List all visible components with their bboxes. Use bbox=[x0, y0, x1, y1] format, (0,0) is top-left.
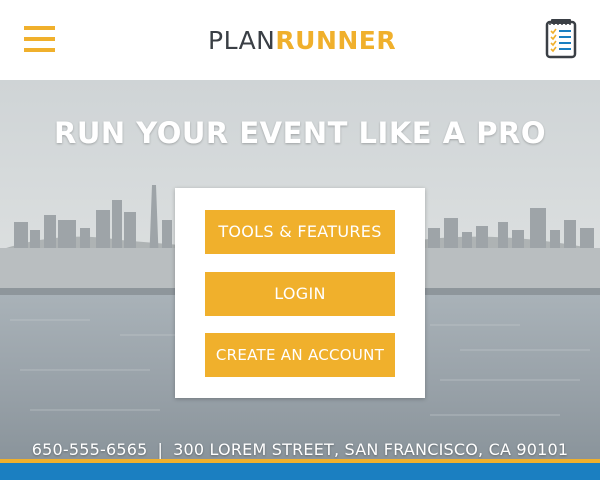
checklist-icon[interactable] bbox=[545, 19, 577, 59]
tools-features-button[interactable]: TOOLS & FEATURES bbox=[205, 210, 395, 254]
action-card: TOOLS & FEATURES LOGIN CREATE AN ACCOUNT bbox=[175, 188, 425, 398]
footer-bar bbox=[0, 463, 600, 480]
phone-number[interactable]: 650-555-6565 bbox=[32, 440, 148, 459]
logo-plan-text: PLAN bbox=[208, 26, 276, 55]
contact-separator: | bbox=[157, 440, 164, 459]
street-address: 300 LOREM STREET, SAN FRANCISCO, CA 9010… bbox=[173, 440, 569, 459]
planrunner-logo[interactable]: PLANRUNNER bbox=[208, 27, 396, 55]
login-button[interactable]: LOGIN bbox=[205, 272, 395, 316]
hero-headline: RUN YOUR EVENT LIKE A PRO bbox=[54, 116, 546, 150]
top-header: PLANRUNNER bbox=[0, 0, 600, 80]
contact-info: 650-555-6565 | 300 LOREM STREET, SAN FRANC… bbox=[0, 440, 600, 459]
create-account-button[interactable]: CREATE AN ACCOUNT bbox=[205, 333, 395, 377]
logo-runner-text: RUNNER bbox=[275, 26, 397, 55]
hamburger-menu-icon[interactable] bbox=[24, 26, 55, 54]
